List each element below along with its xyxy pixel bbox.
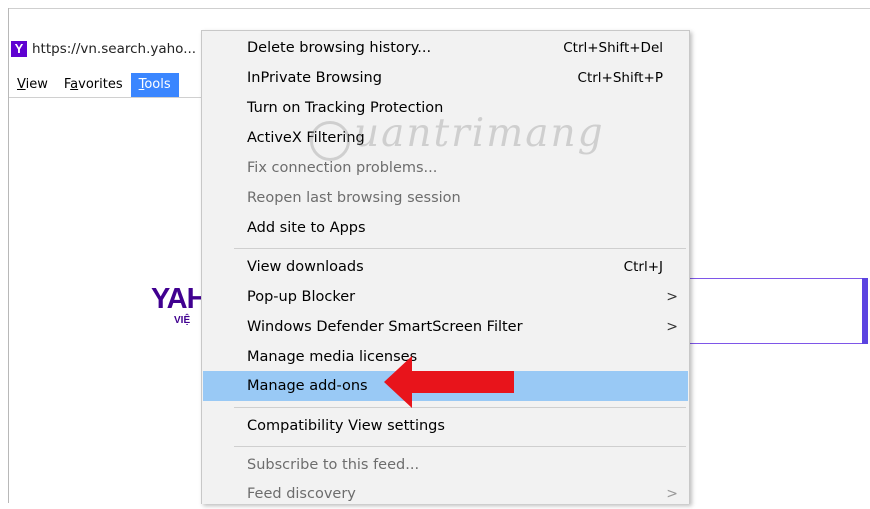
menu-item-add-site-to-apps[interactable]: Add site to Apps xyxy=(203,213,688,243)
menubar-tools-rest: ools xyxy=(144,77,171,92)
chevron-right-icon: > xyxy=(666,319,678,335)
menu-item-subscribe-feed: Subscribe to this feed... xyxy=(203,450,688,480)
menubar-favorites-accel: a xyxy=(70,77,79,92)
menu-item-shortcut: Ctrl+Shift+Del xyxy=(563,40,663,56)
chevron-right-icon: > xyxy=(666,486,678,502)
menu-item-label: Delete browsing history... xyxy=(247,40,432,56)
menu-item-label: Pop-up Blocker xyxy=(247,289,356,305)
menu-item-label: Subscribe to this feed... xyxy=(247,457,420,473)
menu-item-view-downloads[interactable]: View downloads Ctrl+J xyxy=(203,252,688,282)
menu-item-label: Add site to Apps xyxy=(247,220,366,236)
yahoo-favicon-icon: Y xyxy=(11,40,27,57)
search-box[interactable] xyxy=(688,278,862,344)
menubar-favorites[interactable]: Favorites xyxy=(56,73,131,97)
menu-item-compatibility-view[interactable]: Compatibility View settings xyxy=(203,411,688,441)
menubar-divider xyxy=(9,97,209,98)
tools-menu: Delete browsing history... Ctrl+Shift+De… xyxy=(201,30,690,504)
watermark-logo: uantrimang xyxy=(310,111,610,167)
chevron-right-icon: > xyxy=(666,289,678,305)
menu-item-feed-discovery: Feed discovery > xyxy=(203,479,688,509)
watermark-text: uantrimang xyxy=(354,111,605,156)
menu-item-popup-blocker[interactable]: Pop-up Blocker > xyxy=(203,282,688,312)
yahoo-logo-subtitle: VIỆ xyxy=(174,315,191,326)
menubar-view-rest: iew xyxy=(25,77,48,92)
menu-item-inprivate[interactable]: InPrivate Browsing Ctrl+Shift+P xyxy=(203,63,688,93)
menu-item-shortcut: Ctrl+J xyxy=(623,259,663,275)
address-bar[interactable]: Y https://vn.search.yaho... xyxy=(9,34,204,63)
search-button[interactable] xyxy=(862,278,868,344)
menu-item-smartscreen-filter[interactable]: Windows Defender SmartScreen Filter > xyxy=(203,312,688,342)
menu-item-label: View downloads xyxy=(247,259,364,275)
menu-item-label: Feed discovery xyxy=(247,486,356,502)
menu-item-label: Compatibility View settings xyxy=(247,418,445,434)
watermark-circle-icon xyxy=(310,121,350,161)
menu-item-label: Windows Defender SmartScreen Filter xyxy=(247,319,523,335)
menubar-favorites-rest: vorites xyxy=(78,77,123,92)
menu-item-label: InPrivate Browsing xyxy=(247,70,382,86)
menu-bar: View Favorites Tools xyxy=(9,73,209,97)
menu-item-label: Manage add-ons xyxy=(247,378,368,394)
red-arrow-annotation-icon xyxy=(384,356,514,408)
menubar-view[interactable]: View xyxy=(9,73,56,97)
window-frame-top xyxy=(8,8,870,9)
menu-item-shortcut: Ctrl+Shift+P xyxy=(577,70,663,86)
menubar-view-accel: V xyxy=(17,77,26,92)
menu-item-label: Reopen last browsing session xyxy=(247,190,461,206)
yahoo-logo[interactable]: YAH xyxy=(151,283,208,316)
menu-item-delete-history[interactable]: Delete browsing history... Ctrl+Shift+De… xyxy=(203,33,688,63)
menubar-tools[interactable]: Tools xyxy=(130,73,179,97)
menu-item-reopen-session: Reopen last browsing session xyxy=(203,183,688,213)
menu-separator xyxy=(234,446,686,447)
menu-separator xyxy=(234,248,686,249)
url-text[interactable]: https://vn.search.yaho... xyxy=(32,41,196,57)
